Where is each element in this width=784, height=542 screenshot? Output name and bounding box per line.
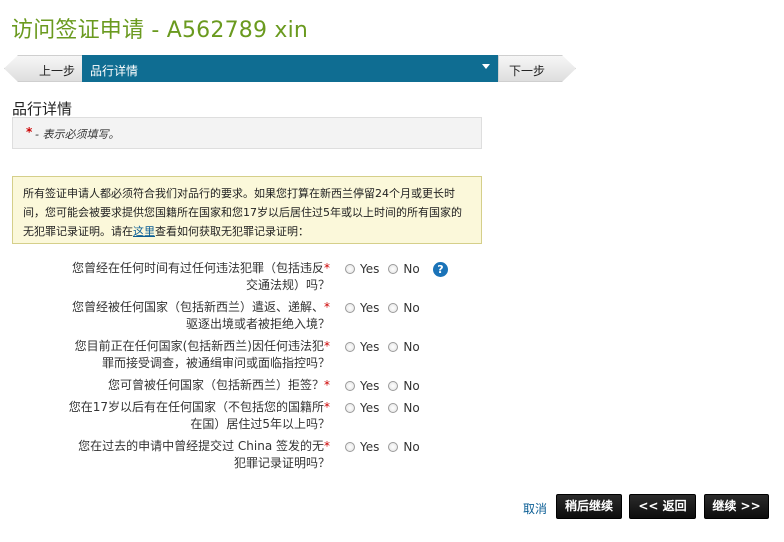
yes-no-options: Yes No — [345, 401, 429, 415]
required-star: * — [26, 125, 33, 139]
no-radio[interactable] — [388, 403, 399, 413]
yes-radio[interactable] — [345, 381, 355, 391]
notice-text-after: 查看如何获取无犯罪记录证明： — [155, 225, 309, 238]
question-label: 您可曾被任何国家（包括新西兰）拒签？* — [107, 378, 330, 392]
no-radio[interactable] — [388, 303, 399, 313]
save-later-button[interactable]: 稍后继续 — [556, 494, 622, 519]
character-notice: 所有签证申请人都必须符合我们对品行的要求。如果您打算在新西兰停留24个月或更长时… — [12, 176, 482, 244]
no-radio[interactable] — [388, 442, 399, 452]
no-option[interactable]: No — [388, 379, 420, 393]
question-label: 您曾经在任何时间有过任何违法犯罪（包括违反* 交通法规）吗？ — [71, 261, 330, 292]
section-title: 品行详情 — [12, 100, 73, 118]
question-label: 您在过去的申请中曾经提交过 China 签发的无* 犯罪记录证明吗？ — [78, 439, 330, 470]
yes-radio[interactable] — [345, 403, 355, 413]
yes-radio[interactable] — [345, 303, 355, 313]
no-radio[interactable] — [388, 264, 399, 274]
step-navigation: 上一步 品行详情 下一步 — [4, 55, 576, 82]
next-step-label: 下一步 — [509, 64, 546, 78]
cancel-link[interactable]: 取消 — [523, 500, 547, 517]
yes-no-options: Yes No — [345, 440, 429, 454]
yes-no-options: Yes No — [345, 301, 429, 315]
yes-option[interactable]: Yes — [345, 440, 379, 454]
previous-step-label: 上一步 — [39, 64, 76, 78]
no-option[interactable]: No — [388, 440, 420, 454]
yes-option[interactable]: Yes — [345, 379, 379, 393]
no-option[interactable]: No — [388, 301, 420, 315]
yes-radio[interactable] — [345, 264, 355, 274]
yes-radio[interactable] — [345, 342, 355, 352]
continue-button[interactable]: 继续 >> — [704, 494, 769, 519]
notice-link[interactable]: 这里 — [133, 225, 155, 238]
page-title: 访问签证申请 - A562789 xin — [11, 18, 309, 43]
yes-no-options: Yes No — [345, 379, 429, 393]
no-radio[interactable] — [388, 342, 399, 352]
yes-no-options: Yes No — [345, 262, 429, 276]
no-option[interactable]: No — [388, 340, 420, 354]
yes-option[interactable]: Yes — [345, 262, 379, 276]
yes-option[interactable]: Yes — [345, 340, 379, 354]
question-label: 您在17岁以后有在任何国家（不包括您的国籍所* 在国）居住过5年以上吗？ — [68, 400, 330, 431]
yes-no-options: Yes No — [345, 340, 429, 354]
question-label: 您目前正在任何国家(包括新西兰)因任何违法犯* 罪而接受调查，被通缉审问或面临指控… — [74, 339, 330, 370]
required-note: - 表示必须填写。 — [35, 128, 120, 141]
next-step-button[interactable]: 下一步 — [498, 55, 576, 82]
no-option[interactable]: No — [388, 262, 420, 276]
form-footer: 取消 稍后继续 << 返回 继续 >> — [0, 494, 784, 520]
back-button[interactable]: << 返回 — [629, 494, 696, 519]
no-option[interactable]: No — [388, 401, 420, 415]
yes-option[interactable]: Yes — [345, 401, 379, 415]
step-dropdown[interactable]: 品行详情 — [82, 55, 498, 82]
previous-step-button[interactable]: 上一步 — [4, 55, 88, 82]
required-legend: * - 表示必须填写。 — [12, 117, 482, 149]
no-radio[interactable] — [388, 381, 399, 391]
yes-option[interactable]: Yes — [345, 301, 379, 315]
yes-radio[interactable] — [345, 442, 355, 452]
help-icon[interactable]: ? — [433, 262, 448, 277]
step-dropdown-value: 品行详情 — [90, 64, 139, 78]
chevron-down-icon — [482, 64, 490, 69]
question-label: 您曾经被任何国家（包括新西兰）遣返、递解、* 驱逐出境或者被拒绝入境？ — [71, 300, 330, 331]
